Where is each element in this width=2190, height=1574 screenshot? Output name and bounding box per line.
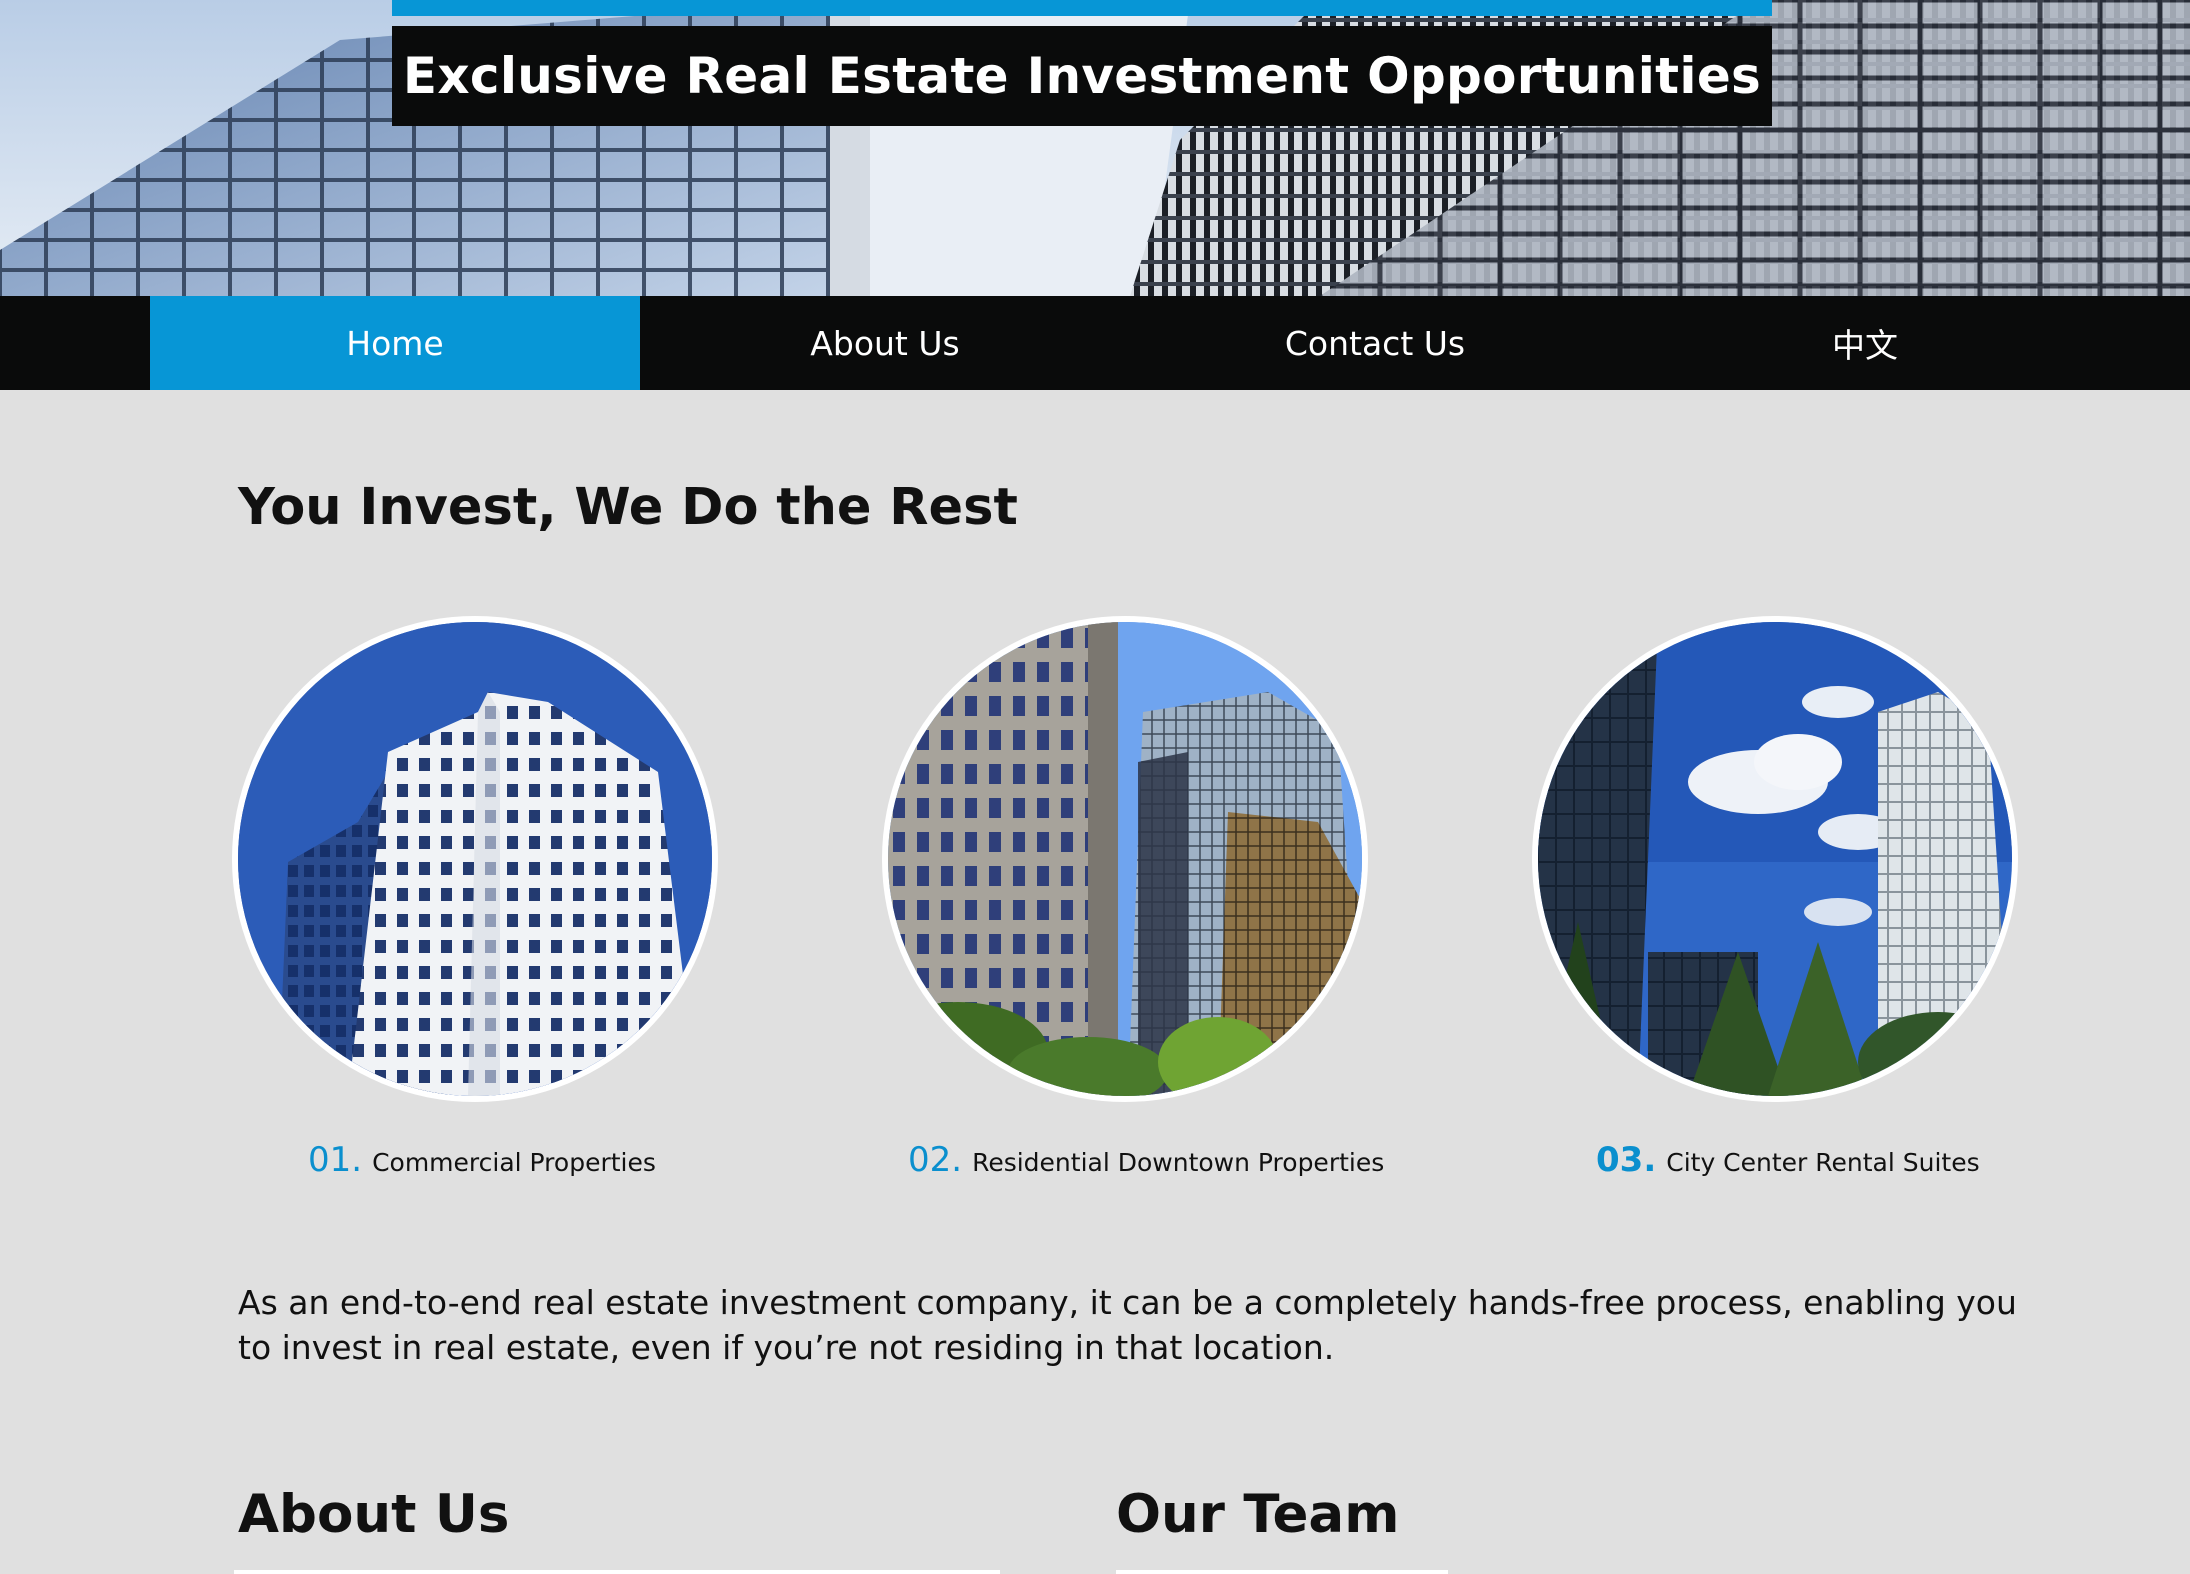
page-heading: You Invest, We Do the Rest — [238, 478, 1018, 537]
property-number: 02. — [908, 1140, 963, 1180]
property-number: 03. — [1596, 1140, 1657, 1180]
intro-paragraph: As an end-to-end real estate investment … — [238, 1283, 2017, 1367]
property-image-rental — [1532, 616, 2018, 1102]
site-title: Exclusive Real Estate Investment Opportu… — [402, 47, 1762, 105]
property-label-3: 03. City Center Rental Suites — [1596, 1140, 1980, 1180]
our-team-heading: Our Team — [1116, 1484, 1400, 1545]
our-team-divider — [1116, 1570, 1448, 1574]
hero-banner: Exclusive Real Estate Investment Opportu… — [0, 0, 2190, 296]
property-name: Residential Downtown Properties — [972, 1148, 1385, 1177]
about-us-heading: About Us — [238, 1484, 510, 1545]
property-name: City Center Rental Suites — [1666, 1148, 1980, 1177]
property-image-residential — [882, 616, 1368, 1102]
property-number: 01. — [308, 1140, 363, 1180]
property-image-commercial — [232, 616, 718, 1102]
site-title-banner: Exclusive Real Estate Investment Opportu… — [392, 26, 1772, 126]
property-name: Commercial Properties — [372, 1148, 656, 1177]
nav-item-about-us[interactable]: About Us — [640, 296, 1130, 390]
main-navigation: Home About Us Contact Us 中文 — [0, 296, 2190, 390]
nav-item-contact-us[interactable]: Contact Us — [1130, 296, 1620, 390]
nav-item-home[interactable]: Home — [150, 296, 640, 390]
property-label-2: 02. Residential Downtown Properties — [908, 1140, 1384, 1180]
title-accent-bar — [392, 0, 1772, 16]
property-label-1: 01. Commercial Properties — [308, 1140, 656, 1180]
nav-item-chinese[interactable]: 中文 — [1620, 296, 2110, 390]
about-us-divider — [234, 1570, 1000, 1574]
